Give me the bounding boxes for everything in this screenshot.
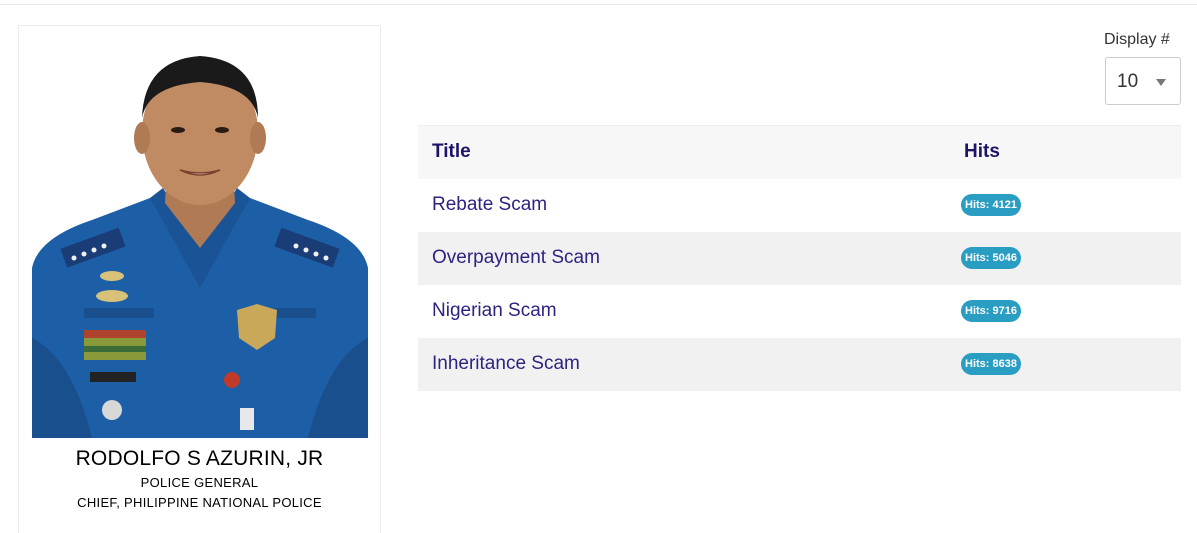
table-row: Nigerian Scam Hits: 9716: [418, 284, 1181, 338]
official-rank: POLICE GENERAL: [140, 475, 259, 490]
display-count-select[interactable]: 10: [1105, 57, 1181, 105]
hits-badge: Hits: 4121: [961, 194, 1021, 216]
table-row: Rebate Scam Hits: 4121: [418, 178, 1181, 232]
profile-caption: RODOLFO S AZURIN, JR POLICE GENERAL CHIE…: [19, 446, 380, 512]
display-count-value: 10: [1117, 71, 1139, 92]
hits-badge: Hits: 9716: [961, 300, 1021, 322]
official-profile-card: RODOLFO S AZURIN, JR POLICE GENERAL CHIE…: [18, 25, 381, 533]
table-header-row: Title Hits: [418, 125, 1181, 179]
person-portrait-icon: [32, 56, 368, 438]
article-link[interactable]: Rebate Scam: [432, 194, 547, 215]
articles-table: Title Hits Rebate Scam Hits: 4121 Overpa…: [418, 125, 1181, 391]
column-header-title[interactable]: Title: [418, 125, 950, 179]
top-divider: [0, 4, 1197, 5]
official-position: CHIEF, PHILIPPINE NATIONAL POLICE: [77, 495, 322, 510]
column-header-hits[interactable]: Hits: [950, 125, 1181, 179]
article-link[interactable]: Overpayment Scam: [432, 247, 600, 268]
article-link[interactable]: Nigerian Scam: [432, 300, 557, 321]
official-portrait: [32, 38, 368, 438]
article-link[interactable]: Inheritance Scam: [432, 353, 580, 374]
hits-badge: Hits: 8638: [961, 353, 1021, 375]
table-row: Inheritance Scam Hits: 8638: [418, 337, 1181, 391]
table-row: Overpayment Scam Hits: 5046: [418, 231, 1181, 285]
chevron-down-icon: [1156, 79, 1166, 86]
display-count-label: Display #: [1104, 31, 1170, 48]
official-name: RODOLFO S AZURIN, JR: [75, 447, 324, 470]
hits-badge: Hits: 5046: [961, 247, 1021, 269]
